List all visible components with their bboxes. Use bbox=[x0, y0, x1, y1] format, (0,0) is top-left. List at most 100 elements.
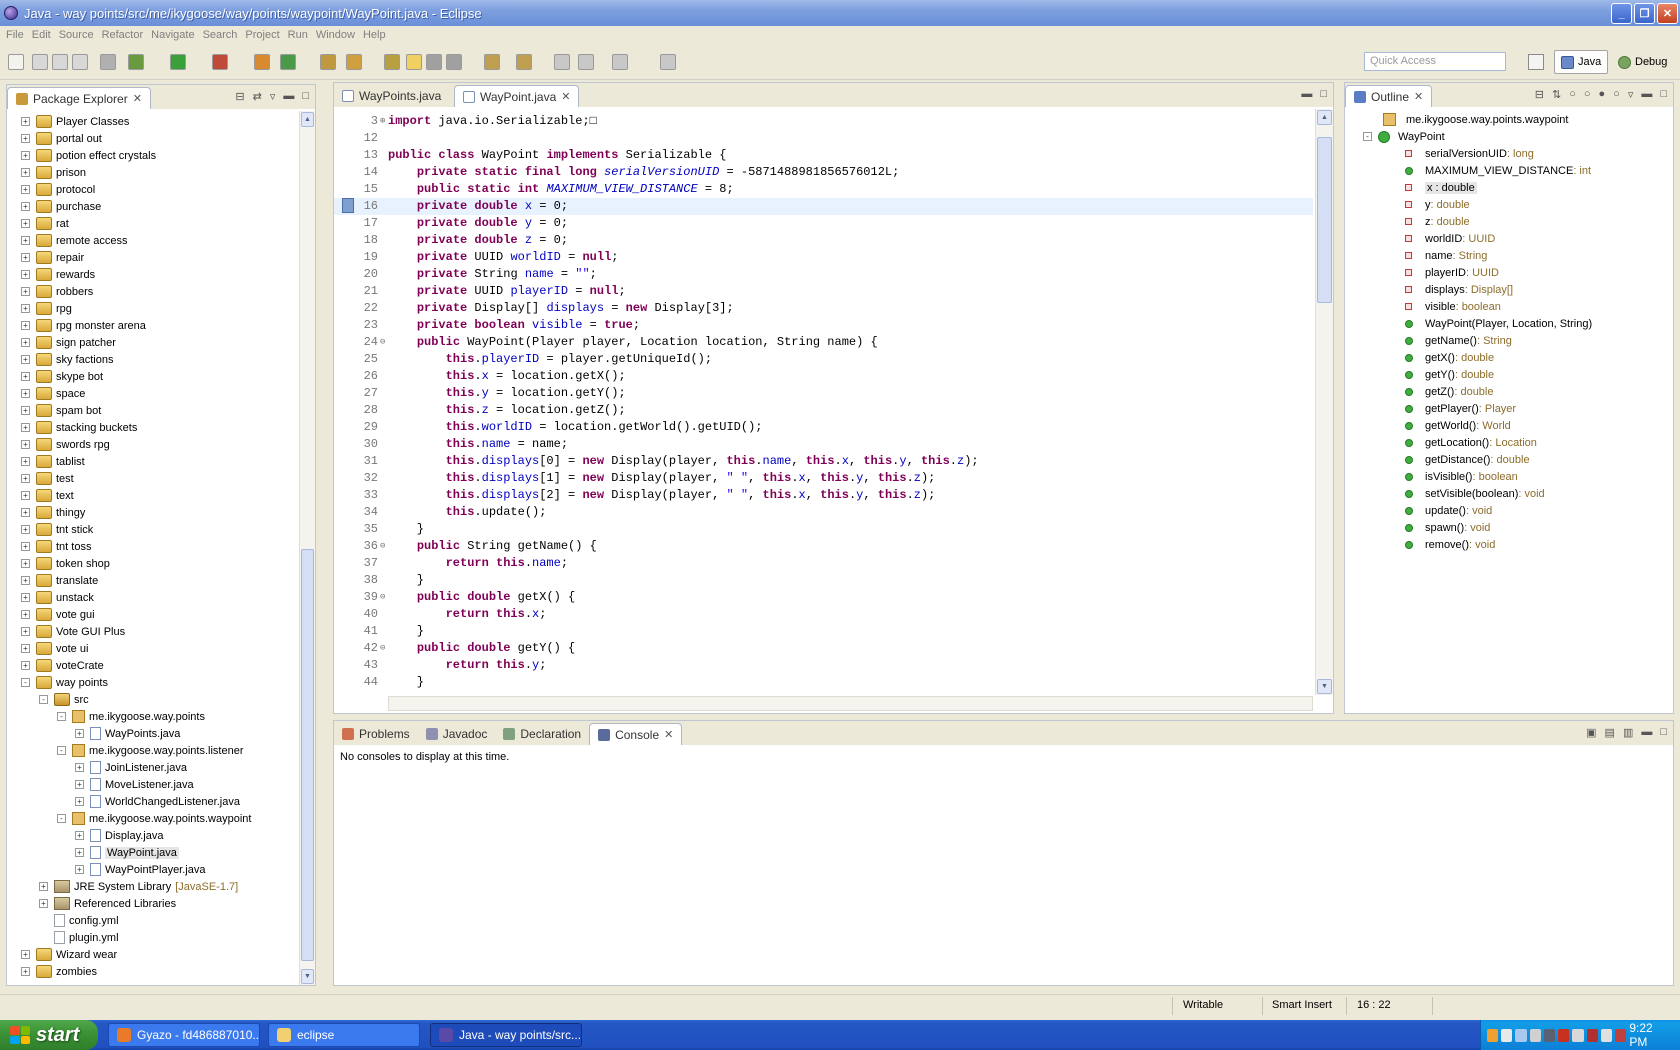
tab-package-explorer[interactable]: Package Explorer ✕ bbox=[7, 87, 151, 109]
expand-toggle[interactable]: + bbox=[21, 457, 30, 466]
outline-member[interactable]: worldID : UUID bbox=[1405, 230, 1495, 247]
expand-toggle[interactable]: + bbox=[21, 151, 30, 160]
close-button[interactable]: ✕ bbox=[1657, 3, 1678, 24]
tab-declaration[interactable]: Declaration bbox=[495, 723, 589, 745]
save-all-icon[interactable] bbox=[52, 54, 68, 70]
menu-refactor[interactable]: Refactor bbox=[102, 29, 152, 41]
clock[interactable]: 9:22 PM bbox=[1629, 1021, 1668, 1049]
tree-item[interactable]: + rpg bbox=[21, 300, 72, 317]
expand-toggle[interactable]: + bbox=[21, 355, 30, 364]
tray-app-icon[interactable] bbox=[1586, 1028, 1598, 1042]
tree-item[interactable]: - src bbox=[39, 691, 89, 708]
prev-annotation-icon[interactable] bbox=[516, 54, 532, 70]
editor-scrollbar[interactable]: ▲ ▼ bbox=[1315, 109, 1333, 695]
tray-app-icon[interactable] bbox=[1558, 1028, 1570, 1042]
tree-item[interactable]: + unstack bbox=[21, 589, 94, 606]
tab-problems[interactable]: Problems bbox=[334, 723, 418, 745]
scroll-thumb[interactable] bbox=[301, 549, 314, 961]
taskbar-task[interactable]: Java - way points/src... bbox=[430, 1023, 582, 1047]
expand-toggle[interactable]: + bbox=[21, 321, 30, 330]
tree-item[interactable]: + translate bbox=[21, 572, 98, 589]
scroll-down-arrow[interactable]: ▼ bbox=[301, 969, 314, 984]
open-console-icon[interactable]: ▥ bbox=[1623, 726, 1633, 739]
hide-local-types-icon[interactable]: ○ bbox=[1613, 88, 1620, 101]
search-icon[interactable] bbox=[346, 54, 362, 70]
tree-item[interactable]: + text bbox=[21, 487, 74, 504]
forward-icon[interactable] bbox=[612, 54, 628, 70]
annotation-icon[interactable] bbox=[384, 54, 400, 70]
outline-member[interactable]: MAXIMUM_VIEW_DISTANCE : int bbox=[1405, 162, 1591, 179]
outline-member[interactable]: getZ() : double bbox=[1405, 383, 1494, 400]
new-icon[interactable] bbox=[8, 54, 24, 70]
minimize-editor-icon[interactable]: ▬ bbox=[1301, 88, 1312, 100]
code-line[interactable]: 44 } bbox=[334, 674, 1313, 691]
back-icon[interactable] bbox=[554, 54, 570, 70]
expand-toggle[interactable]: + bbox=[21, 950, 30, 959]
code-line[interactable]: 33 this.displays[2] = new Display(player… bbox=[334, 487, 1313, 504]
minimize-button[interactable]: _ bbox=[1611, 3, 1632, 24]
tree-item[interactable]: + rat bbox=[21, 215, 69, 232]
tree-item[interactable]: + space bbox=[21, 385, 85, 402]
outline-member[interactable]: y : double bbox=[1405, 196, 1470, 213]
code-line[interactable]: 39 ⊖ public double getX() { bbox=[334, 589, 1313, 606]
view-menu-icon[interactable]: ▿ bbox=[1628, 88, 1634, 101]
expand-toggle[interactable]: + bbox=[21, 525, 30, 534]
tree-item[interactable]: + swords rpg bbox=[21, 436, 110, 453]
perspective-debug-button[interactable]: Debug bbox=[1612, 50, 1673, 74]
collapse-all-icon[interactable]: ⊟ bbox=[1535, 88, 1544, 101]
collapse-fold-icon[interactable]: ⊖ bbox=[380, 589, 388, 606]
tree-item[interactable]: + tnt toss bbox=[21, 538, 91, 555]
close-icon[interactable]: ✕ bbox=[1414, 90, 1423, 103]
outline-member[interactable]: setVisible(boolean) : void bbox=[1405, 485, 1545, 502]
code-line[interactable]: 16 private double x = 0; bbox=[334, 198, 1313, 215]
tree-item[interactable]: + prison bbox=[21, 164, 86, 181]
expand-toggle[interactable]: + bbox=[75, 729, 84, 738]
toggle-breakpoint-icon[interactable] bbox=[100, 54, 116, 70]
tree-item[interactable]: + WayPointPlayer.java bbox=[75, 861, 205, 878]
code-line[interactable]: 36 ⊖ public String getName() { bbox=[334, 538, 1313, 555]
tree-item[interactable]: + repair bbox=[21, 249, 84, 266]
display-console-icon[interactable]: ▤ bbox=[1605, 726, 1615, 739]
code-line[interactable]: 23 private boolean visible = true; bbox=[334, 317, 1313, 334]
scroll-down-arrow[interactable]: ▼ bbox=[1317, 679, 1332, 694]
expand-toggle[interactable]: + bbox=[21, 423, 30, 432]
tray-app-icon[interactable] bbox=[1543, 1028, 1556, 1042]
collapse-toggle[interactable]: - bbox=[1363, 132, 1372, 141]
expand-toggle[interactable]: + bbox=[21, 236, 30, 245]
tree-item[interactable]: + potion effect crystals bbox=[21, 147, 156, 164]
outline-member[interactable]: z : double bbox=[1405, 213, 1470, 230]
expand-toggle[interactable]: + bbox=[75, 797, 84, 806]
open-type-icon[interactable] bbox=[320, 54, 336, 70]
outline-member[interactable]: spawn() : void bbox=[1405, 519, 1490, 536]
save-icon[interactable] bbox=[32, 54, 48, 70]
expand-toggle[interactable]: + bbox=[21, 967, 30, 976]
code-line[interactable]: 24 ⊖ public WayPoint(Player player, Locat… bbox=[334, 334, 1313, 351]
expand-toggle[interactable]: + bbox=[21, 287, 30, 296]
tree-item[interactable]: + JoinListener.java bbox=[75, 759, 187, 776]
expand-toggle[interactable]: + bbox=[21, 304, 30, 313]
expand-toggle[interactable]: + bbox=[21, 644, 30, 653]
tree-item[interactable]: + WayPoint.java bbox=[75, 844, 179, 861]
menu-search[interactable]: Search bbox=[203, 29, 246, 41]
hide-static-icon[interactable]: ○ bbox=[1584, 88, 1591, 101]
expand-toggle[interactable]: + bbox=[21, 134, 30, 143]
outline-tree[interactable]: me.ikygoose.way.points.waypoint - WayPoi… bbox=[1345, 109, 1673, 713]
tree-item[interactable]: + spam bot bbox=[21, 402, 101, 419]
outline-member[interactable]: x : double bbox=[1405, 179, 1477, 196]
tree-item[interactable]: + token shop bbox=[21, 555, 110, 572]
maximize-editor-icon[interactable]: □ bbox=[1320, 88, 1327, 100]
link-with-editor-icon[interactable]: ⇄ bbox=[253, 90, 262, 103]
collapse-toggle[interactable]: - bbox=[21, 678, 30, 687]
code-editor[interactable]: 3 ⊕ import java.io.Serializable;□ 12 13 publi… bbox=[334, 113, 1313, 693]
collapse-toggle[interactable]: - bbox=[57, 746, 66, 755]
expand-toggle[interactable]: + bbox=[21, 542, 30, 551]
expand-toggle[interactable]: + bbox=[21, 593, 30, 602]
code-line[interactable]: 28 this.z = location.getZ(); bbox=[334, 402, 1313, 419]
close-icon[interactable]: ✕ bbox=[664, 728, 673, 741]
expand-toggle[interactable]: + bbox=[21, 253, 30, 262]
outline-member[interactable]: serialVersionUID : long bbox=[1405, 145, 1534, 162]
tree-item[interactable]: + zombies bbox=[21, 963, 97, 980]
expand-toggle[interactable]: + bbox=[75, 848, 84, 857]
code-line[interactable]: 19 private UUID worldID = null; bbox=[334, 249, 1313, 266]
tree-item[interactable]: + vote gui bbox=[21, 606, 95, 623]
